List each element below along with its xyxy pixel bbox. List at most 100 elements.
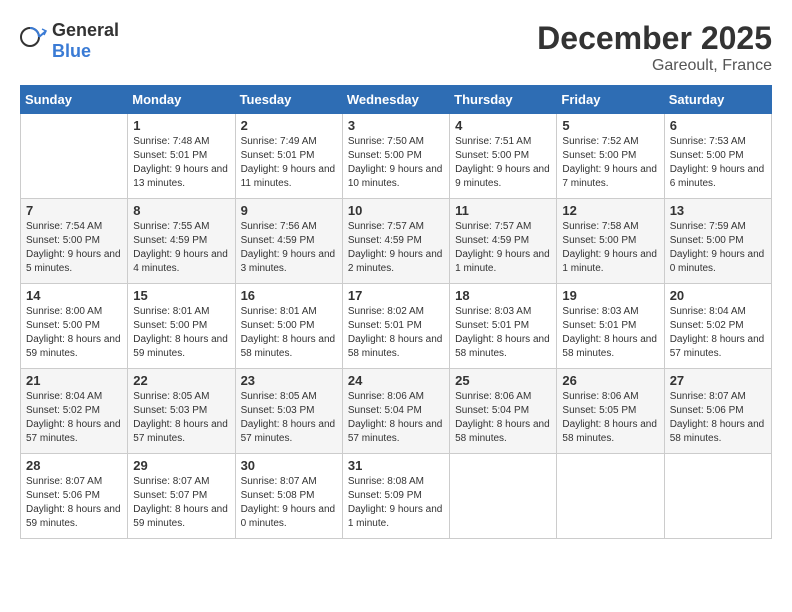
day-info: Sunrise: 8:03 AMSunset: 5:01 PMDaylight:…	[562, 306, 657, 359]
day-number: 2	[241, 118, 337, 133]
day-info: Sunrise: 8:06 AMSunset: 5:04 PMDaylight:…	[455, 391, 550, 444]
day-info: Sunrise: 8:07 AMSunset: 5:06 PMDaylight:…	[26, 476, 121, 529]
day-cell: 15 Sunrise: 8:01 AMSunset: 5:00 PMDaylig…	[128, 284, 235, 369]
header-row: SundayMondayTuesdayWednesdayThursdayFrid…	[21, 86, 772, 114]
day-info: Sunrise: 7:56 AMSunset: 4:59 PMDaylight:…	[241, 221, 336, 274]
day-number: 21	[26, 373, 122, 388]
day-cell: 29 Sunrise: 8:07 AMSunset: 5:07 PMDaylig…	[128, 454, 235, 539]
logo: General Blue	[20, 20, 119, 62]
day-cell	[664, 454, 771, 539]
day-number: 31	[348, 458, 444, 473]
title-block: December 2025 Gareoult, France	[537, 20, 772, 75]
day-number: 11	[455, 203, 551, 218]
col-header-monday: Monday	[128, 86, 235, 114]
day-info: Sunrise: 8:03 AMSunset: 5:01 PMDaylight:…	[455, 306, 550, 359]
day-cell: 16 Sunrise: 8:01 AMSunset: 5:00 PMDaylig…	[235, 284, 342, 369]
col-header-wednesday: Wednesday	[342, 86, 449, 114]
day-info: Sunrise: 8:07 AMSunset: 5:07 PMDaylight:…	[133, 476, 228, 529]
day-info: Sunrise: 8:06 AMSunset: 5:05 PMDaylight:…	[562, 391, 657, 444]
day-cell: 3 Sunrise: 7:50 AMSunset: 5:00 PMDayligh…	[342, 114, 449, 199]
day-number: 27	[670, 373, 766, 388]
day-cell: 26 Sunrise: 8:06 AMSunset: 5:05 PMDaylig…	[557, 369, 664, 454]
day-number: 14	[26, 288, 122, 303]
day-cell: 22 Sunrise: 8:05 AMSunset: 5:03 PMDaylig…	[128, 369, 235, 454]
logo-icon	[20, 27, 48, 55]
col-header-friday: Friday	[557, 86, 664, 114]
week-row-2: 7 Sunrise: 7:54 AMSunset: 5:00 PMDayligh…	[21, 199, 772, 284]
day-info: Sunrise: 7:53 AMSunset: 5:00 PMDaylight:…	[670, 136, 765, 189]
day-cell: 12 Sunrise: 7:58 AMSunset: 5:00 PMDaylig…	[557, 199, 664, 284]
day-cell: 8 Sunrise: 7:55 AMSunset: 4:59 PMDayligh…	[128, 199, 235, 284]
calendar-table: SundayMondayTuesdayWednesdayThursdayFrid…	[20, 85, 772, 539]
day-cell: 17 Sunrise: 8:02 AMSunset: 5:01 PMDaylig…	[342, 284, 449, 369]
week-row-4: 21 Sunrise: 8:04 AMSunset: 5:02 PMDaylig…	[21, 369, 772, 454]
day-info: Sunrise: 8:05 AMSunset: 5:03 PMDaylight:…	[133, 391, 228, 444]
day-info: Sunrise: 8:06 AMSunset: 5:04 PMDaylight:…	[348, 391, 443, 444]
col-header-thursday: Thursday	[450, 86, 557, 114]
logo-text: General Blue	[52, 20, 119, 62]
day-info: Sunrise: 8:07 AMSunset: 5:08 PMDaylight:…	[241, 476, 336, 529]
day-number: 13	[670, 203, 766, 218]
day-cell: 1 Sunrise: 7:48 AMSunset: 5:01 PMDayligh…	[128, 114, 235, 199]
day-number: 25	[455, 373, 551, 388]
day-cell: 25 Sunrise: 8:06 AMSunset: 5:04 PMDaylig…	[450, 369, 557, 454]
day-info: Sunrise: 7:55 AMSunset: 4:59 PMDaylight:…	[133, 221, 228, 274]
day-info: Sunrise: 8:07 AMSunset: 5:06 PMDaylight:…	[670, 391, 765, 444]
day-info: Sunrise: 8:04 AMSunset: 5:02 PMDaylight:…	[670, 306, 765, 359]
day-cell: 4 Sunrise: 7:51 AMSunset: 5:00 PMDayligh…	[450, 114, 557, 199]
day-number: 19	[562, 288, 658, 303]
day-info: Sunrise: 7:49 AMSunset: 5:01 PMDaylight:…	[241, 136, 336, 189]
day-cell: 23 Sunrise: 8:05 AMSunset: 5:03 PMDaylig…	[235, 369, 342, 454]
day-cell: 2 Sunrise: 7:49 AMSunset: 5:01 PMDayligh…	[235, 114, 342, 199]
col-header-sunday: Sunday	[21, 86, 128, 114]
week-row-1: 1 Sunrise: 7:48 AMSunset: 5:01 PMDayligh…	[21, 114, 772, 199]
day-number: 17	[348, 288, 444, 303]
day-cell: 13 Sunrise: 7:59 AMSunset: 5:00 PMDaylig…	[664, 199, 771, 284]
day-number: 22	[133, 373, 229, 388]
day-cell: 11 Sunrise: 7:57 AMSunset: 4:59 PMDaylig…	[450, 199, 557, 284]
day-cell: 21 Sunrise: 8:04 AMSunset: 5:02 PMDaylig…	[21, 369, 128, 454]
day-cell: 30 Sunrise: 8:07 AMSunset: 5:08 PMDaylig…	[235, 454, 342, 539]
day-number: 15	[133, 288, 229, 303]
day-cell: 20 Sunrise: 8:04 AMSunset: 5:02 PMDaylig…	[664, 284, 771, 369]
day-number: 20	[670, 288, 766, 303]
day-info: Sunrise: 8:04 AMSunset: 5:02 PMDaylight:…	[26, 391, 121, 444]
day-cell: 6 Sunrise: 7:53 AMSunset: 5:00 PMDayligh…	[664, 114, 771, 199]
day-info: Sunrise: 8:05 AMSunset: 5:03 PMDaylight:…	[241, 391, 336, 444]
col-header-tuesday: Tuesday	[235, 86, 342, 114]
day-info: Sunrise: 7:48 AMSunset: 5:01 PMDaylight:…	[133, 136, 228, 189]
week-row-3: 14 Sunrise: 8:00 AMSunset: 5:00 PMDaylig…	[21, 284, 772, 369]
day-number: 12	[562, 203, 658, 218]
day-number: 24	[348, 373, 444, 388]
day-info: Sunrise: 7:54 AMSunset: 5:00 PMDaylight:…	[26, 221, 121, 274]
day-info: Sunrise: 8:02 AMSunset: 5:01 PMDaylight:…	[348, 306, 443, 359]
day-number: 18	[455, 288, 551, 303]
day-info: Sunrise: 8:08 AMSunset: 5:09 PMDaylight:…	[348, 476, 443, 529]
day-number: 28	[26, 458, 122, 473]
page-header: General Blue December 2025 Gareoult, Fra…	[20, 20, 772, 75]
day-cell: 19 Sunrise: 8:03 AMSunset: 5:01 PMDaylig…	[557, 284, 664, 369]
day-number: 4	[455, 118, 551, 133]
day-cell: 5 Sunrise: 7:52 AMSunset: 5:00 PMDayligh…	[557, 114, 664, 199]
day-info: Sunrise: 7:57 AMSunset: 4:59 PMDaylight:…	[348, 221, 443, 274]
day-number: 29	[133, 458, 229, 473]
col-header-saturday: Saturday	[664, 86, 771, 114]
day-number: 3	[348, 118, 444, 133]
day-info: Sunrise: 8:00 AMSunset: 5:00 PMDaylight:…	[26, 306, 121, 359]
logo-blue: Blue	[52, 41, 91, 61]
day-info: Sunrise: 7:51 AMSunset: 5:00 PMDaylight:…	[455, 136, 550, 189]
day-cell: 7 Sunrise: 7:54 AMSunset: 5:00 PMDayligh…	[21, 199, 128, 284]
day-number: 1	[133, 118, 229, 133]
day-cell: 28 Sunrise: 8:07 AMSunset: 5:06 PMDaylig…	[21, 454, 128, 539]
day-number: 10	[348, 203, 444, 218]
day-cell: 27 Sunrise: 8:07 AMSunset: 5:06 PMDaylig…	[664, 369, 771, 454]
day-cell	[557, 454, 664, 539]
day-info: Sunrise: 7:52 AMSunset: 5:00 PMDaylight:…	[562, 136, 657, 189]
day-number: 8	[133, 203, 229, 218]
day-info: Sunrise: 7:50 AMSunset: 5:00 PMDaylight:…	[348, 136, 443, 189]
day-number: 5	[562, 118, 658, 133]
day-cell: 14 Sunrise: 8:00 AMSunset: 5:00 PMDaylig…	[21, 284, 128, 369]
day-info: Sunrise: 7:57 AMSunset: 4:59 PMDaylight:…	[455, 221, 550, 274]
day-cell	[450, 454, 557, 539]
day-cell	[21, 114, 128, 199]
